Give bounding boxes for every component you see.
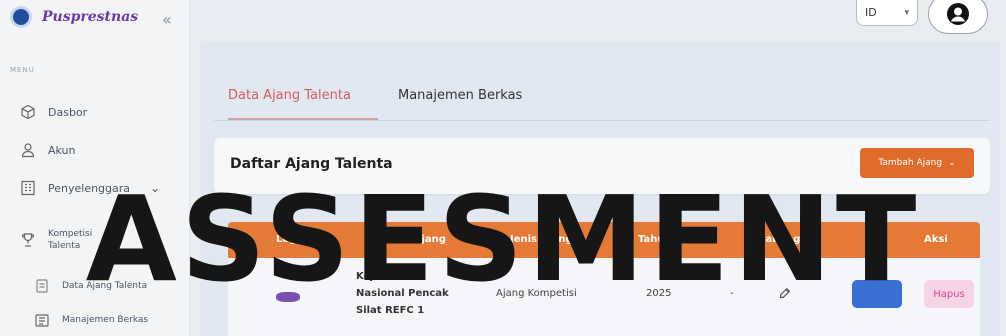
chevron-down-icon[interactable]: ⌄ — [150, 181, 160, 195]
sidebar-item-label: Penyelenggara — [48, 181, 131, 195]
column-header-jenis: Jenis Ajang — [510, 234, 573, 245]
add-ajang-button[interactable]: Tambah Ajang ⌄ — [860, 148, 974, 178]
brand[interactable]: Pusprestnas — [10, 6, 138, 28]
detail-button[interactable] — [852, 280, 902, 308]
chevron-down-icon: ⌄ — [948, 158, 956, 168]
sidebar: Pusprestnas « MENU Dasbor Akun Penyeleng… — [0, 0, 190, 336]
sidebar-item-dasbor[interactable]: Dasbor — [0, 96, 190, 128]
chevron-down-icon: ▾ — [904, 7, 909, 18]
tab-data-ajang-talenta[interactable]: Data Ajang Talenta — [228, 74, 378, 120]
tab-manajemen-berkas[interactable]: Manajemen Berkas — [398, 74, 558, 120]
delete-label: Hapus — [933, 288, 965, 300]
document-icon — [34, 278, 50, 294]
sidebar-item-akun[interactable]: Akun — [0, 134, 190, 166]
table-header: Logo Nama Ajang Jenis Ajang Tahun Cabang… — [228, 222, 980, 258]
collapse-sidebar-icon[interactable]: « — [162, 10, 172, 29]
list-header-card: Daftar Ajang Talenta Tambah Ajang ⌄ — [214, 138, 990, 194]
building-icon — [20, 180, 36, 196]
ajang-name-line: Silat REFC 1 — [356, 305, 425, 316]
sidebar-item-manajemen-berkas[interactable]: Manajemen Berkas — [0, 304, 190, 336]
brand-name: Pusprestnas — [42, 9, 139, 25]
sidebar-item-label: Kompetisi Talenta — [48, 229, 93, 251]
tabs-divider — [214, 120, 990, 121]
folder-icon — [34, 312, 50, 328]
user-icon — [20, 142, 36, 158]
cube-icon — [20, 104, 36, 120]
brand-logo — [10, 6, 32, 28]
column-header-cabang: Cabang — [758, 234, 801, 245]
sidebar-item-data-ajang-talenta[interactable]: Data Ajang Talenta — [0, 270, 190, 302]
language-value: ID — [865, 6, 877, 19]
delete-button[interactable]: Hapus — [924, 280, 974, 308]
language-select[interactable]: ID ▾ — [856, 0, 918, 26]
table-row: Kejuaraan Nasional Pencak Silat REFC 1 A… — [228, 258, 980, 336]
sidebar-item-label: Data Ajang Talenta — [62, 281, 148, 291]
column-header-aksi: Aksi — [924, 234, 948, 245]
edit-icon[interactable] — [778, 286, 792, 303]
sidebar-item-label: Manajemen Berkas — [62, 315, 149, 325]
sidebar-item-label: Dasbor — [48, 105, 88, 119]
ajang-tahun: 2025 — [646, 288, 672, 299]
column-header-nama: Nama Ajang — [378, 234, 446, 245]
add-ajang-label: Tambah Ajang — [878, 158, 943, 168]
menu-caption: MENU — [10, 66, 35, 74]
ajang-name: Kejuaraan Nasional Pencak Silat REFC 1 — [356, 268, 466, 319]
sidebar-item-label: Akun — [48, 143, 76, 157]
profile-button[interactable] — [928, 0, 988, 34]
ajang-name-line: Nasional Pencak — [356, 288, 449, 299]
ajang-name-line: Kejuaraan — [356, 271, 414, 282]
tab-bar: Data Ajang Talenta Manajemen Berkas — [228, 74, 558, 120]
ajang-jenis: Ajang Kompetisi — [496, 288, 577, 299]
column-header-logo: Logo — [276, 234, 304, 245]
sidebar-item-kompetisi-talenta[interactable]: Kompetisi Talenta ⌄ — [0, 224, 190, 256]
column-header-tahun: Tahun — [638, 234, 672, 245]
user-circle-icon — [947, 3, 969, 25]
trophy-icon — [20, 232, 36, 248]
ajang-cabang: - — [730, 288, 734, 299]
page-title: Daftar Ajang Talenta — [230, 156, 393, 172]
sidebar-item-penyelenggara[interactable]: Penyelenggara ⌄ — [0, 172, 190, 204]
ajang-logo — [276, 292, 300, 302]
chevron-down-icon[interactable]: ⌄ — [150, 233, 160, 247]
